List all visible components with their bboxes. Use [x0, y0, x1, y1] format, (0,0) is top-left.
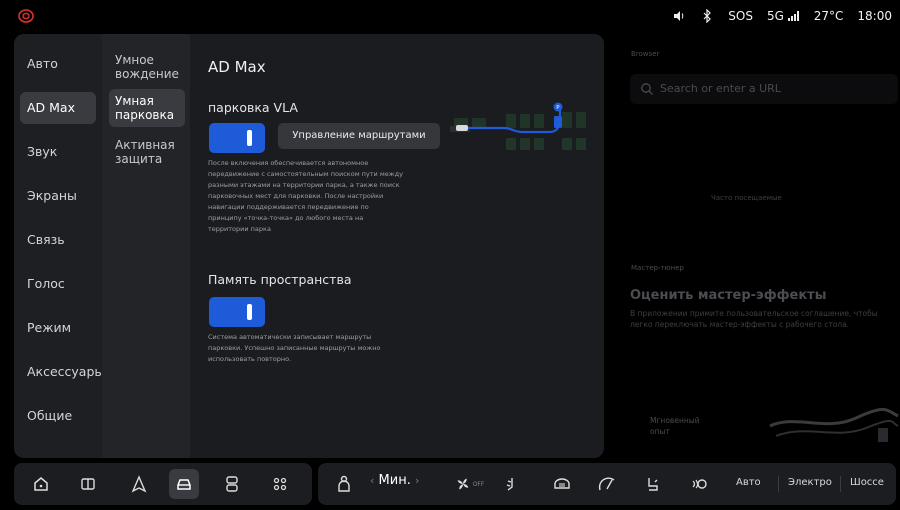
bluetooth-icon[interactable]: [700, 9, 714, 23]
right-widget-panel: Browser Search or enter a URL Часто посе…: [616, 34, 900, 458]
navigation-button[interactable]: [127, 472, 151, 496]
space-memory-title: Память пространства: [208, 272, 352, 287]
nav-item-mode[interactable]: Режим: [20, 312, 96, 344]
mode-separator: [840, 476, 841, 492]
space-memory-toggle[interactable]: [209, 297, 265, 327]
mode-separator: [778, 476, 779, 492]
navigation-icon: [131, 475, 147, 493]
master-tuner-label: Мастер-тюнер: [631, 264, 684, 272]
settings-panel: Авто AD Max Звук Экраны Связь Голос Режи…: [14, 34, 604, 458]
master-tuner-description: В приложении примите пользовательское со…: [630, 309, 878, 329]
apps-button[interactable]: [268, 472, 292, 496]
nav-item-ad-max[interactable]: AD Max: [20, 92, 96, 124]
vla-parking-description: После включения обеспечивается автономно…: [208, 159, 403, 233]
fan-off-label: OFF: [472, 480, 485, 488]
frequent-sites-hint: Часто посещаемые: [711, 194, 782, 202]
vla-parking-toggle[interactable]: [209, 123, 265, 153]
front-defrost-button[interactable]: [550, 472, 574, 496]
subnav-item-smart-driving[interactable]: Умное вождение: [109, 48, 185, 86]
home-button[interactable]: [29, 472, 53, 496]
nav-item-screens[interactable]: Экраны: [20, 180, 96, 212]
nav-item-general[interactable]: Общие: [20, 400, 96, 432]
status-bar: SOS 5G 27°C 18:00: [0, 0, 900, 32]
temperature-label: 27°C: [813, 9, 844, 23]
drive-mode-electric[interactable]: Электро: [788, 477, 832, 488]
drive-mode-highway[interactable]: Шоссе: [850, 477, 884, 488]
nav-item-connectivity[interactable]: Связь: [20, 224, 96, 256]
air-flow-icon: [506, 478, 513, 491]
steering-heat-button[interactable]: [688, 472, 712, 496]
nav-item-accessories[interactable]: Аксессуары: [20, 356, 104, 388]
browser-search-input[interactable]: Search or enter a URL: [630, 74, 898, 104]
split-screen-icon: [81, 478, 95, 490]
front-defrost-icon: [554, 478, 570, 489]
nav-item-voice[interactable]: Голос: [20, 268, 96, 300]
volume-icon[interactable]: [672, 9, 686, 23]
wiper-icon: [598, 477, 615, 491]
browser-widget-label: Browser: [631, 50, 660, 58]
settings-nav: Авто AD Max Звук Экраны Связь Голос Режи…: [14, 34, 104, 458]
dock-right: ‹ Мин. › OFF Авто Электро Шоссе: [318, 463, 896, 505]
seat-occupant-icon: [338, 475, 350, 492]
toggle-knob: [247, 304, 252, 320]
seat-adjust-icon: [648, 478, 658, 491]
wiper-button[interactable]: [595, 472, 619, 496]
page-title: AD Max: [208, 58, 266, 76]
fan-mode-next-icon[interactable]: ›: [415, 474, 419, 487]
vehicle-settings-button[interactable]: [169, 469, 199, 499]
home-icon: [34, 477, 48, 491]
dock-left: [14, 463, 312, 505]
subnav-item-active-protection[interactable]: Активная защита: [109, 133, 185, 171]
search-placeholder: Search or enter a URL: [660, 82, 781, 95]
master-tuner-title[interactable]: Оценить мастер-эффекты: [630, 288, 826, 303]
seat-icon: [226, 476, 238, 492]
subnav-item-smart-parking[interactable]: Умная парковка: [109, 89, 185, 127]
seat-heat-button[interactable]: [332, 472, 356, 496]
settings-content: AD Max парковка VLA Управление маршрутам…: [190, 34, 604, 458]
clock-label: 18:00: [857, 9, 892, 23]
brand-logo-icon: [18, 9, 34, 23]
space-memory-description: Система автоматически записывает маршрут…: [208, 333, 381, 363]
car-icon: [177, 479, 191, 490]
nav-item-sound[interactable]: Звук: [20, 136, 96, 168]
network-label: 5G: [766, 9, 784, 23]
route-management-button[interactable]: Управление маршрутами: [278, 123, 440, 149]
apps-grid-icon: [273, 477, 287, 491]
settings-subnav: Умное вождение Умная парковка Активная з…: [102, 34, 190, 458]
steering-heat-icon: [692, 479, 707, 489]
seat-control-button[interactable]: [220, 472, 244, 496]
search-icon: [641, 83, 653, 95]
instant-experience-label[interactable]: Мгновенный опыт: [650, 415, 710, 437]
signal-icon: [787, 11, 799, 21]
air-flow-button[interactable]: [498, 472, 522, 496]
drive-mode-auto[interactable]: Авто: [736, 477, 761, 488]
split-screen-button[interactable]: [76, 472, 100, 496]
fan-mode-selector[interactable]: ‹ Мин. ›: [370, 473, 419, 488]
network-indicator: 5G: [767, 9, 800, 23]
fan-mode-label: Мин.: [378, 473, 411, 488]
sos-label[interactable]: SOS: [728, 9, 753, 23]
nav-item-auto[interactable]: Авто: [20, 48, 96, 80]
fan-mode-prev-icon[interactable]: ‹: [370, 474, 374, 487]
toggle-knob: [247, 130, 252, 146]
parking-map-illustration: P: [450, 102, 586, 150]
vla-parking-title: парковка VLA: [208, 100, 298, 115]
fan-icon: [457, 478, 469, 490]
fan-toggle-button[interactable]: OFF: [451, 472, 487, 496]
sound-wave-illustration: [769, 408, 899, 442]
seat-adjust-button[interactable]: [641, 472, 665, 496]
